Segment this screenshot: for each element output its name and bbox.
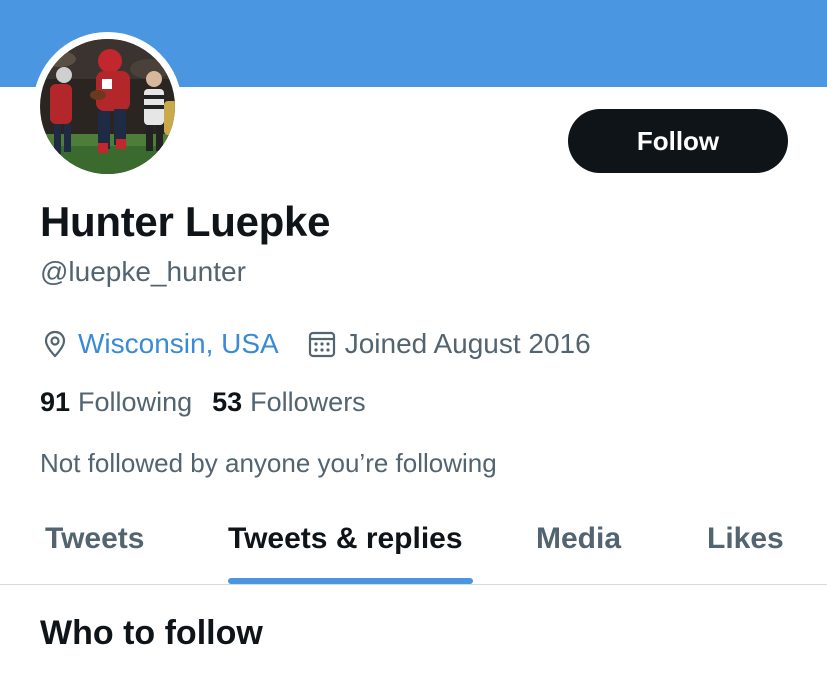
tab-tweets[interactable]: Tweets xyxy=(45,522,144,556)
follow-counts: 91 Following 53 Followers xyxy=(40,382,366,422)
followers-link[interactable]: 53 Followers xyxy=(212,387,366,418)
mutual-followers-note: Not followed by anyone you’re following xyxy=(40,448,497,478)
who-to-follow-heading: Who to follow xyxy=(40,614,263,652)
avatar[interactable] xyxy=(40,39,175,174)
calendar-icon xyxy=(307,329,337,359)
profile-joined-date: Joined August 2016 xyxy=(344,328,591,359)
following-label: Following xyxy=(78,386,193,417)
avatar-frame xyxy=(33,32,182,181)
follow-button[interactable]: Follow xyxy=(568,109,788,173)
profile-location[interactable]: Wisconsin, USA xyxy=(78,328,279,360)
profile-tabs: Tweets Tweets & replies Media Likes xyxy=(0,506,827,586)
profile-handle: @luepke_hunter xyxy=(40,256,246,287)
tab-tweets-replies[interactable]: Tweets & replies xyxy=(228,522,463,556)
avatar-photo xyxy=(40,39,175,174)
followers-count: 53 xyxy=(212,386,243,417)
following-link[interactable]: 91 Following xyxy=(40,387,192,418)
location-pin-icon xyxy=(40,329,70,359)
tab-likes[interactable]: Likes xyxy=(707,522,784,556)
profile-meta: Wisconsin, USA Joined August 2016 xyxy=(40,324,591,364)
tab-media[interactable]: Media xyxy=(536,522,621,556)
tabs-divider xyxy=(0,584,827,585)
following-count: 91 xyxy=(40,386,71,417)
followers-label: Followers xyxy=(250,386,366,417)
profile-display-name: Hunter Luepke xyxy=(40,198,331,245)
